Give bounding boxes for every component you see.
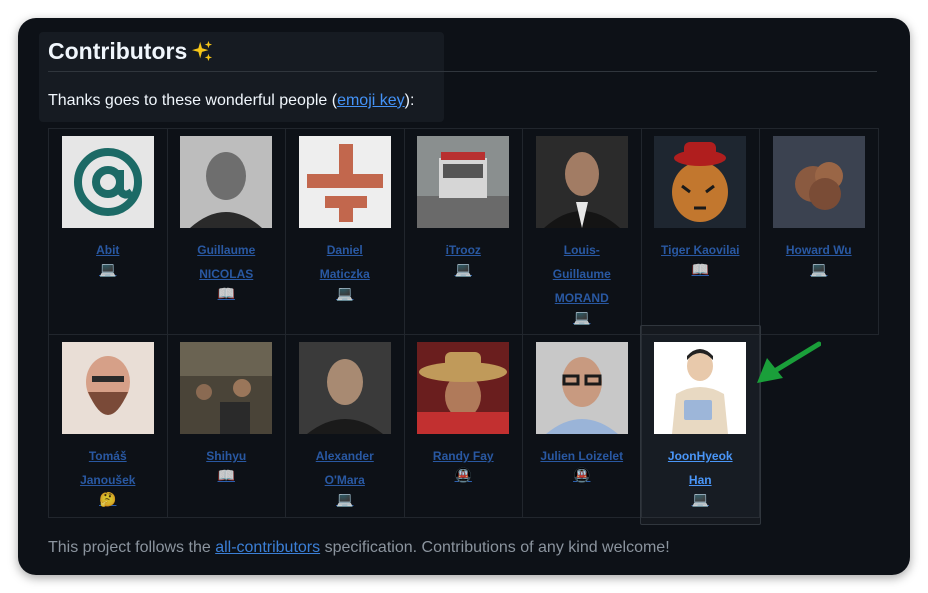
contributor-cell: Randy Fay 🚇 (403, 334, 523, 518)
bearded-person-avatar[interactable] (61, 342, 154, 434)
green-arrow-icon (757, 341, 821, 383)
metro-icon[interactable]: 🚇 (405, 467, 523, 483)
contributor-cell: Louis- Guillaume MORAND 💻 (522, 128, 642, 335)
contributor-cell: Guillaume NICOLAS 📖 (166, 128, 286, 335)
cross-logo-avatar[interactable] (298, 136, 391, 228)
all-contributors-link[interactable]: all-contributors (215, 539, 320, 556)
glasses-person-avatar[interactable] (535, 342, 628, 434)
title-text: Contributors (48, 38, 188, 64)
sparkles-icon (192, 40, 213, 62)
intro-text: Thanks goes to these wonderful people (e… (48, 90, 414, 112)
footer-suffix: specification. Contributions of any kind… (320, 539, 670, 556)
thinking-face-icon[interactable]: 🤔 (49, 491, 167, 507)
person-avatar[interactable] (180, 136, 273, 228)
tiger-avatar[interactable] (654, 136, 747, 228)
laptop-icon[interactable]: 💻 (760, 261, 878, 277)
laptop-icon[interactable]: 💻 (405, 261, 523, 277)
contributor-cell: Shihyu 📖 (166, 334, 286, 518)
contributor-cell-highlighted: JoonHyeok Han 💻 (640, 334, 760, 518)
person-with-laptop-avatar[interactable] (654, 342, 747, 434)
contributors-table: Abit 💻 Guillaume NICOLAS 📖 Daniel Maticzka… (48, 128, 879, 518)
heading-divider (48, 71, 877, 72)
truck-photo-avatar[interactable] (417, 136, 510, 228)
book-icon[interactable]: 📖 (168, 285, 286, 301)
at-sign-avatar[interactable] (61, 136, 154, 228)
contributor-cell: Tiger Kaovilai 📖 (640, 128, 760, 335)
hat-person-avatar[interactable] (417, 342, 510, 434)
table-row: Abit 💻 Guillaume NICOLAS 📖 Daniel Maticzka… (48, 128, 879, 335)
contributor-cell: Daniel Maticzka 💻 (285, 128, 405, 335)
laptop-icon[interactable]: 💻 (642, 491, 760, 507)
contributor-cell: Howard Wu 💻 (759, 128, 879, 335)
contributor-cell: iTrooz 💻 (403, 128, 523, 335)
laptop-icon[interactable]: 💻 (286, 285, 404, 301)
book-icon[interactable]: 📖 (168, 467, 286, 483)
contributor-name-link[interactable]: Howard Wu (773, 238, 865, 262)
footer-prefix: This project follows the (48, 539, 216, 556)
laptop-icon[interactable]: 💻 (49, 261, 167, 277)
book-icon[interactable]: 📖 (642, 261, 760, 277)
smoke-avatar[interactable] (772, 136, 865, 228)
contributor-name-link[interactable]: Guillaume NICOLAS (180, 238, 272, 286)
contributor-name-link[interactable]: Randy Fay (417, 444, 509, 468)
metro-icon[interactable]: 🚇 (523, 467, 641, 483)
contributor-name-link[interactable]: Daniel Maticzka (299, 238, 391, 286)
footer-text: This project follows the all-contributor… (48, 537, 670, 559)
contributor-cell: Alexander O'Mara 💻 (285, 334, 405, 518)
contributor-name-link[interactable]: Shihyu (180, 444, 272, 468)
person-avatar[interactable] (298, 342, 391, 434)
contributor-cell: Tomáš Janoušek 🤔 (48, 334, 168, 518)
contributor-name-link[interactable]: Abit (62, 238, 154, 262)
intro-prefix: Thanks goes to these wonderful people ( (48, 92, 338, 109)
laptop-icon[interactable]: 💻 (286, 491, 404, 507)
page-title: Contributors (48, 36, 213, 66)
contributor-name-link[interactable]: iTrooz (417, 238, 509, 262)
contributor-name-link[interactable]: JoonHyeok Han (654, 444, 746, 492)
readme-frame: Contributors Thanks goes to these wonder… (18, 18, 910, 575)
intro-suffix: ): (404, 92, 415, 109)
laptop-icon[interactable]: 💻 (523, 309, 641, 325)
contributor-name-link[interactable]: Tiger Kaovilai (654, 238, 746, 262)
person-avatar[interactable] (535, 136, 628, 228)
contributor-name-link[interactable]: Tomáš Janoušek (62, 444, 154, 492)
emoji-key-link[interactable]: emoji key (337, 92, 405, 109)
contributor-cell: Abit 💻 (48, 128, 168, 335)
contributor-cell: Julien Loizelet 🚇 (522, 334, 642, 518)
group-photo-avatar[interactable] (180, 342, 273, 434)
contributor-name-link[interactable]: Louis- Guillaume MORAND (536, 238, 628, 310)
contributor-name-link[interactable]: Julien Loizelet (536, 444, 628, 468)
contributor-name-link[interactable]: Alexander O'Mara (299, 444, 391, 492)
